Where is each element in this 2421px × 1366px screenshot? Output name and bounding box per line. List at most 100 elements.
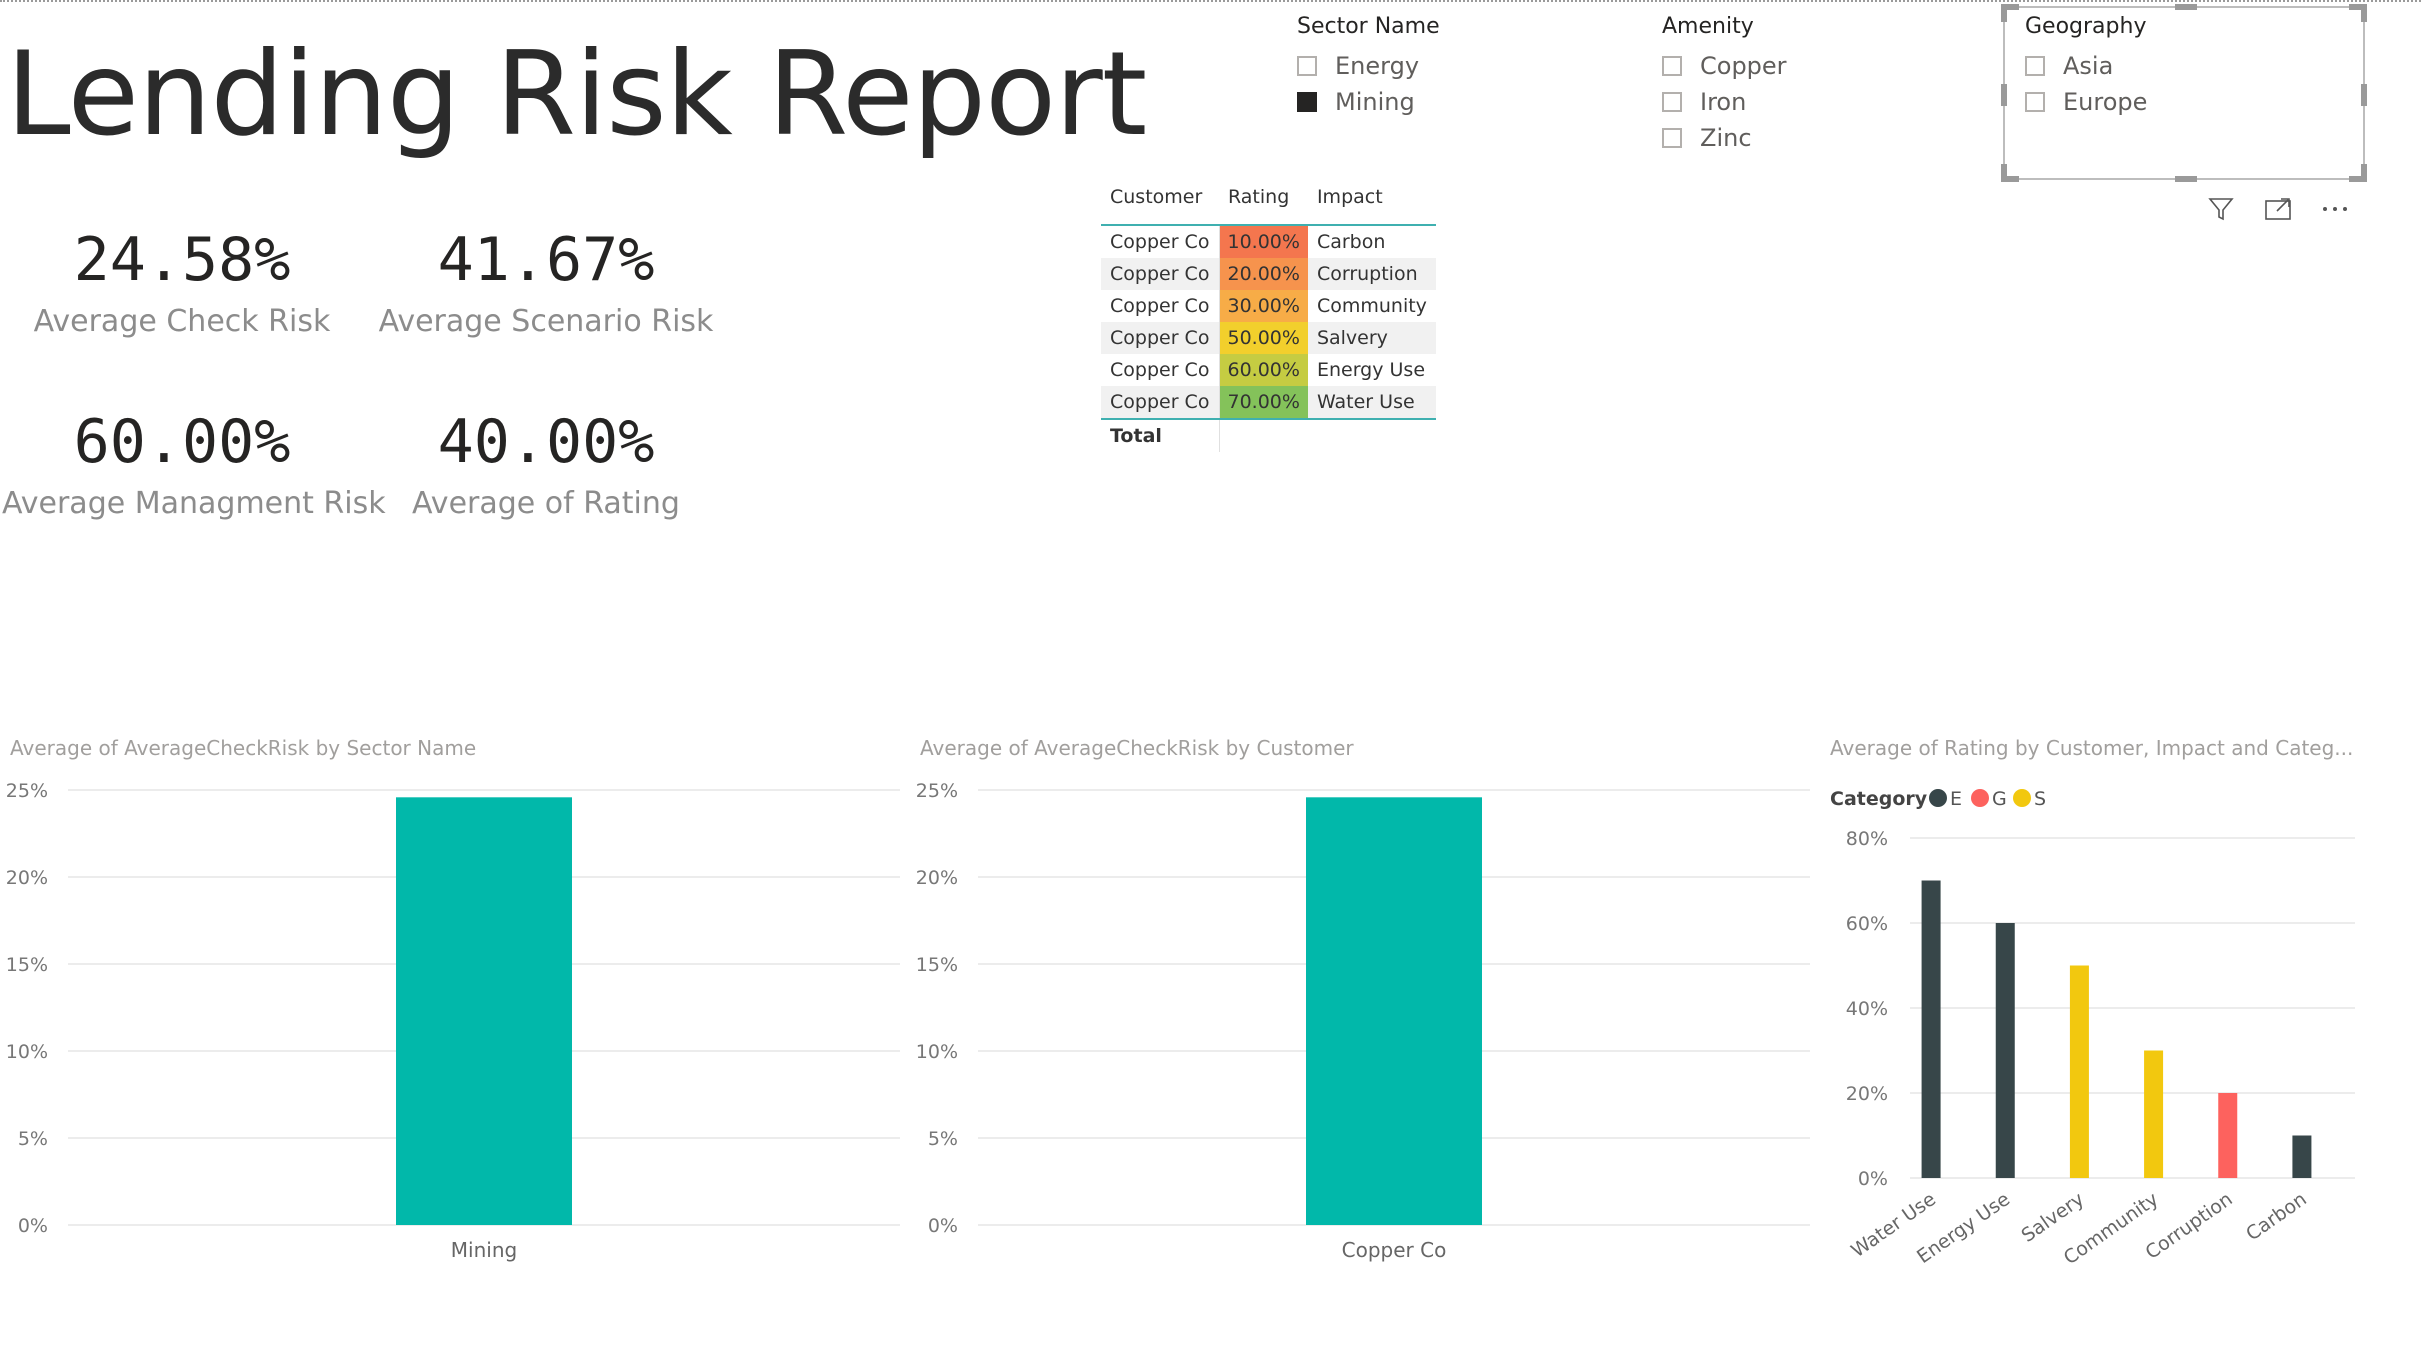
column-header-rating[interactable]: Rating [1219,170,1308,226]
resize-handle[interactable] [2001,84,2007,106]
cell-impact: Corruption [1307,258,1436,290]
cell-rating: 60.00% [1219,354,1308,386]
slicer-item-europe[interactable]: Europe [2025,84,2147,120]
slicer-item-asia[interactable]: Asia [2025,48,2147,84]
y-tick-label: 5% [928,1128,958,1150]
slicer-geography: Geography Asia Europe [2025,12,2147,120]
chart-title-sector: Average of AverageCheckRisk by Sector Na… [10,736,477,760]
column-header-customer[interactable]: Customer [1101,170,1219,226]
bar-e-water-use [1921,880,1941,1178]
slicer-item-mining[interactable]: Mining [1297,84,1440,120]
bar-s-community [2144,1050,2164,1178]
chart-avg-check-risk-by-customer: 25% 20% 15% 10% 5% 0% Copper Co [916,780,1810,1262]
table-row[interactable]: Copper Co 20.00% Corruption [1101,258,1436,290]
resize-handle[interactable] [2361,4,2367,22]
chart-title-customer: Average of AverageCheckRisk by Customer [920,736,1354,760]
legend-dot-g [1971,789,1989,807]
legend-dot-s [2013,789,2031,807]
cell-impact: Salvery [1307,322,1436,354]
x-tick-label: Carbon [2242,1188,2311,1245]
y-tick-label: 15% [6,954,48,976]
y-tick-label: 0% [18,1215,48,1237]
x-tick-label: Copper Co [1342,1238,1447,1262]
chart-title-rating: Average of Rating by Customer, Impact an… [1830,736,2354,760]
y-tick-label: 25% [6,780,48,802]
checkbox-icon[interactable] [1662,128,1682,148]
y-tick-label: 25% [916,780,958,802]
filter-icon[interactable] [2208,196,2234,222]
slicer-sector-name: Sector Name Energy Mining [1297,12,1440,120]
table-row[interactable]: Copper Co 10.00% Carbon [1101,225,1436,258]
resize-handle[interactable] [2175,176,2197,182]
cell-customer: Copper Co [1101,290,1220,322]
slicer-item-copper[interactable]: Copper [1662,48,1787,84]
slicer-item-energy[interactable]: Energy [1297,48,1440,84]
slicer-item-zinc[interactable]: Zinc [1662,120,1787,156]
kpi-label: Average Check Risk [33,304,331,339]
checkbox-icon[interactable] [1662,92,1682,112]
legend-title: Category [1830,788,1928,810]
more-options-icon[interactable] [2320,196,2347,222]
slicer-title: Geography [2025,14,2147,39]
kpi-label: Average of Rating [412,486,680,521]
cell-customer: Copper Co [1101,386,1220,419]
risk-matrix: Customer Rating Impact Copper Co 10.00% Ca… [1101,170,1436,452]
checkbox-icon[interactable] [2025,56,2045,76]
kpi-average-of-rating[interactable]: 40.00% Average of Rating [366,406,726,524]
visual-header-toolbar [2208,196,2347,222]
resize-handle[interactable] [2361,164,2367,182]
checkbox-icon[interactable] [1297,56,1317,76]
chart-avg-rating-by-impact: Category E G S80%60%40%20%0%Water UseEnergy… [1830,788,2355,1269]
slicer-item-label: Zinc [1700,124,1752,152]
cell-customer: Copper Co [1101,258,1220,290]
kpi-average-management-risk[interactable]: 60.00% Average Managment Risk [2,406,386,524]
focus-mode-icon[interactable] [2264,196,2291,222]
y-tick-label: 60% [1846,913,1888,935]
total-rating-cell [1219,418,1308,452]
y-tick-label: 20% [6,867,48,889]
kpi-average-scenario-risk[interactable]: 41.67% Average Scenario Risk [366,224,726,342]
slicer-item-label: Copper [1700,52,1787,80]
cell-customer: Copper Co [1101,225,1220,258]
cell-rating: 70.00% [1219,386,1308,419]
slicer-item-label: Iron [1700,88,1747,116]
total-label: Total [1101,418,1220,452]
top-border [0,0,2421,2]
cell-impact: Water Use [1307,386,1436,419]
table-row[interactable]: Copper Co 50.00% Salvery [1101,322,1436,354]
kpi-average-check-risk[interactable]: 24.58% Average Check Risk [2,224,362,342]
x-tick-label: Mining [451,1238,517,1262]
legend-label-e: E [1950,788,1962,810]
y-tick-label: 0% [1858,1168,1888,1190]
cell-rating: 20.00% [1219,258,1308,290]
slicer-item-iron[interactable]: Iron [1662,84,1787,120]
slicer-title: Amenity [1662,14,1754,39]
slicer-item-label: Europe [2063,88,2148,116]
chart-avg-check-risk-by-sector: 25% 20% 15% 10% 5% 0% Mining [6,780,900,1262]
checkbox-checked-icon[interactable] [1297,92,1317,112]
resize-handle[interactable] [2175,4,2197,10]
cell-rating: 30.00% [1219,290,1308,322]
cell-impact: Community [1316,295,1427,317]
table-row[interactable]: Copper Co 60.00% Energy Use [1101,354,1436,386]
kpi-label: Average Managment Risk [2,486,386,521]
bar-s-salvery [2069,965,2089,1178]
table-row[interactable]: Copper Co 30.00% Community [1101,290,1436,322]
kpi-value: 41.67% [437,225,655,295]
bar-copper-co [1306,797,1482,1225]
checkbox-icon[interactable] [2025,92,2045,112]
cell-rating: 50.00% [1219,322,1308,354]
kpi-label: Average Scenario Risk [378,304,714,339]
slicer-title: Sector Name [1297,14,1440,39]
table-row[interactable]: Copper Co 70.00% Water Use [1101,386,1436,419]
cell-impact: Carbon [1316,231,1386,253]
checkbox-icon[interactable] [1662,56,1682,76]
resize-handle[interactable] [2361,84,2367,106]
legend-label-s: S [2034,788,2046,810]
y-tick-label: 10% [916,1041,958,1063]
report-title: Lending Risk Report [6,27,1147,162]
y-tick-label: 15% [916,954,958,976]
resize-handle[interactable] [2001,4,2007,22]
resize-handle[interactable] [2001,164,2007,182]
column-header-impact[interactable]: Impact [1307,170,1436,226]
